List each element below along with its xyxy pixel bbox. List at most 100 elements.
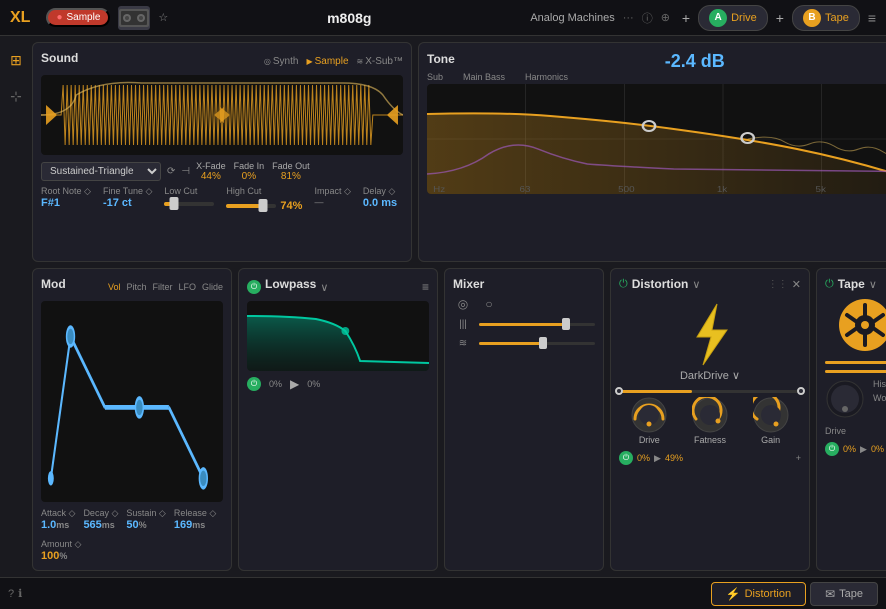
lowpass-dropdown-icon[interactable]: ∨: [320, 281, 328, 294]
mixer-wave-icon: ≋: [453, 338, 473, 349]
distortion-top-slider[interactable]: [619, 390, 801, 393]
tab-xsub[interactable]: X-Sub™: [357, 56, 404, 67]
mixer-fader-2[interactable]: [479, 323, 595, 326]
distortion-footer-play[interactable]: ▶: [654, 453, 661, 464]
distortion-power-btn[interactable]: ⏻: [619, 278, 628, 291]
mixer-panel: Mixer ◎ ○ |||: [444, 268, 604, 571]
distortion-footer-power[interactable]: ⏻: [619, 451, 633, 465]
tape-tab[interactable]: ✉ Tape: [810, 582, 878, 606]
delay-val[interactable]: 0.0 ms: [363, 197, 397, 209]
help-btn[interactable]: ?: [8, 588, 14, 600]
lowpass-play-icon[interactable]: ▶: [290, 377, 299, 391]
low-cut-slider[interactable]: [164, 202, 214, 206]
mod-tab-glide[interactable]: Glide: [202, 282, 223, 292]
mod-graph[interactable]: [41, 301, 223, 502]
tape-title: Tape: [838, 277, 865, 291]
mixer-row-2: |||: [453, 319, 595, 330]
mixer-title: Mixer: [453, 277, 484, 291]
sound-header: Sound Synth Sample X-Sub™: [41, 51, 403, 71]
mod-tab-filter[interactable]: Filter: [152, 282, 172, 292]
attack-val: 1.0ms: [41, 519, 75, 531]
distortion-tab-label: Distortion: [745, 588, 791, 600]
reverse-icon[interactable]: ⊣: [181, 166, 190, 177]
svg-text:500: 500: [618, 185, 634, 194]
loop-icon[interactable]: ⟳: [167, 166, 175, 177]
chain-b-letter: B: [803, 9, 821, 27]
distortion-add-btn[interactable]: +: [796, 453, 801, 463]
fine-tune-group: Fine Tune ◇ -17 ct: [103, 186, 152, 212]
mod-tab-vol[interactable]: Vol: [108, 282, 121, 292]
chain-b-button[interactable]: B Tape: [792, 5, 860, 31]
svg-text:1k: 1k: [717, 185, 728, 194]
lowpass-footer: ⏻ 0% ▶ 0%: [247, 377, 429, 391]
distortion-panel: ⏻ Distortion ∨ ⋮⋮ ✕ DarkDrive: [610, 268, 810, 571]
drive-knob-label: Drive: [639, 435, 660, 445]
hamburger-icon[interactable]: ≡: [868, 10, 876, 26]
mod-tab-pitch[interactable]: Pitch: [126, 282, 146, 292]
xfade-controls: X-Fade 44% Fade In 0% Fade Out 81%: [196, 161, 310, 182]
tape-reel-left: [839, 299, 886, 351]
distortion-gain-knob: Gain: [753, 397, 789, 445]
preset-select[interactable]: Sustained-Triangle: [41, 162, 161, 181]
distortion-footer-mid: 49%: [665, 453, 683, 463]
preset-path[interactable]: Analog Machines: [530, 12, 614, 24]
tape-footer-power[interactable]: ⏻: [825, 442, 839, 456]
distortion-footer-left: 0%: [637, 453, 650, 463]
tape-header: ⏻ Tape ∨ ⋮⋮ ✕: [825, 277, 886, 291]
lowpass-footer-left: 0%: [269, 379, 282, 389]
tab-sample[interactable]: Sample: [306, 56, 348, 67]
info-icon[interactable]: ⓘ: [642, 10, 653, 26]
sound-title: Sound: [41, 51, 78, 65]
mod-sustain: Sustain ◇ 50%: [126, 508, 165, 531]
waveform-display[interactable]: [41, 75, 403, 155]
fadein-val[interactable]: 0%: [242, 171, 256, 182]
tape-power-btn[interactable]: ⏻: [825, 278, 834, 291]
star-icon: ☆: [158, 11, 168, 24]
tab-synth[interactable]: Synth: [264, 56, 299, 67]
xfade-val[interactable]: 44%: [201, 171, 221, 182]
distortion-drag-handle[interactable]: ⋮⋮: [768, 279, 788, 290]
distortion-preset-select[interactable]: DarkDrive: [619, 369, 801, 382]
chain-add-icon[interactable]: +: [682, 10, 690, 26]
distortion-fatness-knob: Fatness: [692, 397, 728, 445]
fatness-knob-label: Fatness: [694, 435, 726, 445]
lowpass-list-icon[interactable]: ≡: [422, 280, 429, 294]
topbar: XL Sample ☆ m808g Analog Machines ··· ⓘ …: [0, 0, 886, 36]
distortion-dropdown-icon[interactable]: ∨: [692, 278, 700, 291]
tape-footer-play[interactable]: ▶: [860, 444, 867, 455]
tape-panel: ⏻ Tape ∨ ⋮⋮ ✕: [816, 268, 886, 571]
lowpass-footer-power[interactable]: ⏻: [247, 377, 261, 391]
tape-footer: ⏻ 0% ▶ 0% +: [825, 442, 886, 456]
distortion-tab[interactable]: ⚡ Distortion: [711, 582, 806, 606]
chain-b-add-icon[interactable]: +: [776, 10, 784, 26]
sound-panel: Sound Synth Sample X-Sub™: [32, 42, 412, 262]
fadeout-val[interactable]: 81%: [281, 171, 301, 182]
settings-icon[interactable]: ···: [623, 12, 634, 24]
eq-display[interactable]: Hz 63 500 1k 5k 10k: [427, 84, 886, 194]
info-btn[interactable]: ℹ: [18, 587, 22, 600]
mixer-fader-3[interactable]: [479, 342, 595, 345]
tone-db-value[interactable]: -2.4 dB: [665, 51, 725, 72]
sidebar-grid-icon[interactable]: ⊞: [6, 50, 26, 70]
root-note-val[interactable]: F#1: [41, 197, 91, 209]
mod-tab-lfo[interactable]: LFO: [178, 282, 196, 292]
wobble-label: Wobble: [873, 393, 886, 403]
high-cut-val: 74%: [280, 200, 302, 212]
mod-release: Release ◇ 169ms: [174, 508, 216, 531]
fine-tune-val[interactable]: -17 ct: [103, 197, 152, 209]
sample-button[interactable]: Sample: [46, 8, 110, 27]
distortion-tab-icon: ⚡: [726, 587, 741, 601]
sidebar-tune-icon[interactable]: ⊹: [6, 86, 26, 106]
distortion-drive-knob: Drive: [631, 397, 667, 445]
distortion-close-btn[interactable]: ✕: [792, 278, 801, 291]
tape-dropdown-icon[interactable]: ∨: [869, 278, 877, 291]
instrument-title[interactable]: m808g: [176, 10, 522, 26]
distortion-footer: ⏻ 0% ▶ 49% +: [619, 451, 801, 465]
chain-a-button[interactable]: A Drive: [698, 5, 768, 31]
lowpass-power-btn[interactable]: ⏻: [247, 280, 261, 294]
svg-text:Hz: Hz: [433, 185, 446, 194]
high-cut-slider[interactable]: [226, 204, 276, 208]
share-icon[interactable]: ⊕: [661, 11, 670, 24]
left-sidebar: ⊞ ⊹: [6, 42, 26, 571]
lowpass-graph[interactable]: [247, 301, 429, 371]
